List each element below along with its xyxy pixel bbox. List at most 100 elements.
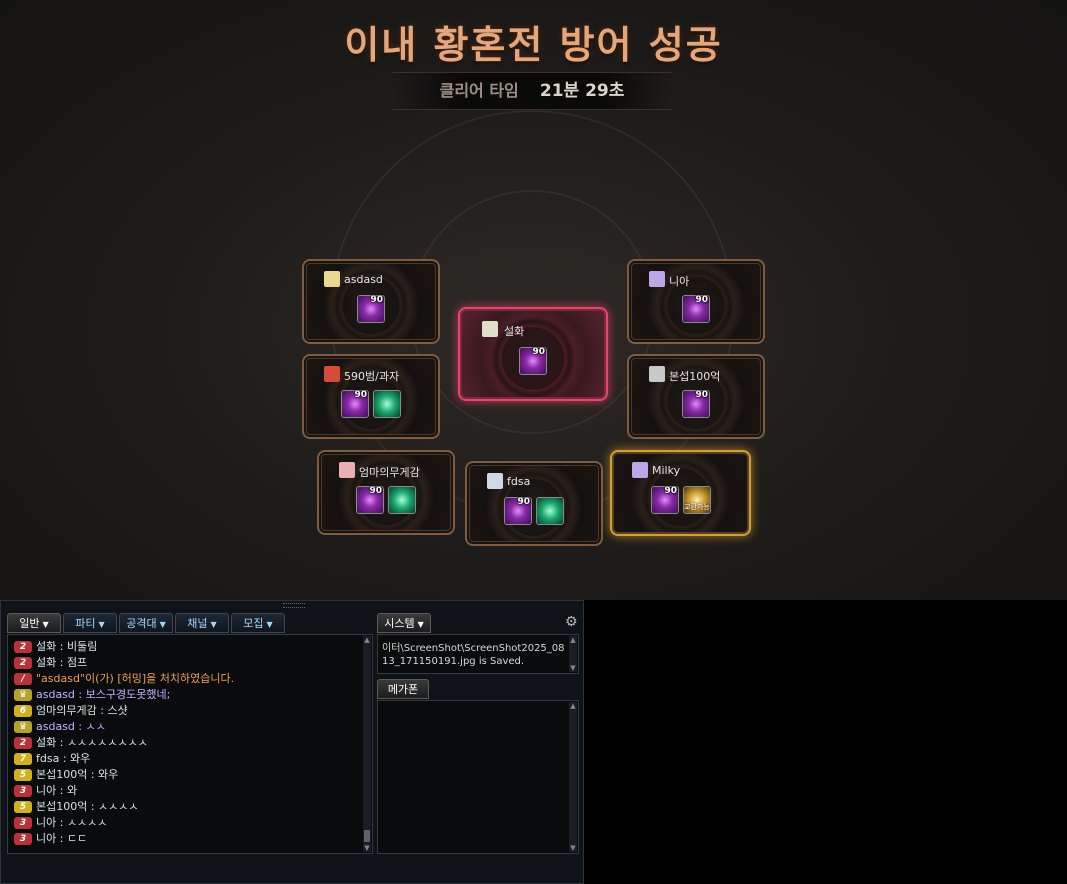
chat-scrollbar[interactable]: ▲ ▼ <box>363 636 371 852</box>
reward-item[interactable]: 90 <box>341 390 369 418</box>
assassin-class-icon <box>649 366 665 382</box>
party-member-card: 엄마의무게감 90 <box>317 450 455 535</box>
channel-badge: 5 <box>14 801 32 813</box>
channel-badge: 2 <box>14 641 32 653</box>
item-level: 90 <box>354 390 367 400</box>
leader-badge-icon <box>324 271 340 287</box>
chat-message: asdasd : 보스구경도못했네; <box>36 688 171 701</box>
scroll-up-icon[interactable]: ▲ <box>363 636 371 644</box>
priest-class-icon <box>339 462 355 478</box>
reward-item[interactable]: 90 <box>682 295 710 323</box>
chat-line: ♛ asdasd : ㅅㅅ <box>14 719 106 735</box>
reward-item[interactable]: 90 <box>356 486 384 514</box>
chat-line: 2 설화 : ㅅㅅㅅㅅㅅㅅㅅㅅ <box>14 735 148 751</box>
item-level: 90 <box>532 347 545 357</box>
tab-channel[interactable]: 채널 ▼ <box>175 613 229 633</box>
tab-general[interactable]: 일반 ▼ <box>7 613 61 633</box>
reward-item[interactable]: 90 <box>357 295 385 323</box>
channel-badge: 5 <box>14 769 32 781</box>
party-member-card: Milky 90 교환가능 <box>610 450 751 536</box>
chat-message: 본섭100억 : 와우 <box>36 768 119 781</box>
chat-message: fdsa : 와우 <box>36 752 91 765</box>
scroll-down-icon[interactable]: ▼ <box>569 844 577 852</box>
chat-log: 2 설화 : 비둘림 2 설화 : 점프 / "asdasd"이(가) [허밍]을 처치하… <box>7 634 373 854</box>
chat-line: 3 니아 : ㄷㄷ <box>14 831 87 847</box>
chat-message: 설화 : 비둘림 <box>36 640 98 653</box>
item-level: 90 <box>664 486 677 496</box>
scroll-down-icon[interactable]: ▼ <box>569 664 577 672</box>
gear-icon[interactable]: ⚙ <box>565 615 579 629</box>
reward-item[interactable] <box>536 497 564 525</box>
scroll-up-icon[interactable]: ▲ <box>569 702 577 710</box>
tab-recruit[interactable]: 모집 ▼ <box>231 613 285 633</box>
chevron-down-icon: ▼ <box>210 620 217 629</box>
scroll-thumb[interactable] <box>364 830 370 842</box>
system-scrollbar[interactable]: ▲ ▼ <box>569 636 577 672</box>
item-level: 90 <box>369 486 382 496</box>
megaphone-log: ▲ ▼ <box>377 700 579 854</box>
chat-line: 5 본섭100억 : 와우 <box>14 767 118 783</box>
party-member-card: 설화 90 <box>458 307 608 401</box>
reward-item[interactable] <box>373 390 401 418</box>
tab-system[interactable]: 시스템 ▼ <box>377 613 431 633</box>
item-level: 90 <box>517 497 530 507</box>
scroll-down-icon[interactable]: ▼ <box>363 844 371 852</box>
chat-drag-handle[interactable] <box>283 603 305 608</box>
megaphone-scrollbar[interactable]: ▲ ▼ <box>569 702 577 852</box>
chat-message: 엄마의무게감 : 스샷 <box>36 704 128 717</box>
channel-badge: 3 <box>14 785 32 797</box>
party-member-name: fdsa <box>507 475 531 488</box>
item-level: 90 <box>695 295 708 305</box>
chat-line: 5 본섭100억 : ㅅㅅㅅㅅ <box>14 799 139 815</box>
chat-message: "asdasd"이(가) [허밍]을 처치하였습니다. <box>36 672 235 685</box>
channel-badge: 3 <box>14 817 32 829</box>
channel-badge: 7 <box>14 753 32 765</box>
party-member-name: 590범/과자 <box>344 370 400 383</box>
tab-raid[interactable]: 공격대 ▼ <box>119 613 173 633</box>
party-member-name: Milky <box>652 464 681 477</box>
chat-line: 7 fdsa : 와우 <box>14 751 90 767</box>
party-member-card: asdasd 90 <box>302 259 440 344</box>
tab-megaphone[interactable]: 메가폰 <box>377 679 429 699</box>
chat-line: 3 니아 : ㅅㅅㅅㅅ <box>14 815 107 831</box>
chevron-down-icon: ▼ <box>266 620 273 629</box>
scroll-up-icon[interactable]: ▲ <box>569 636 577 644</box>
channel-badge: 3 <box>14 833 32 845</box>
system-log: 이터\ScreenShot\ScreenShot2025_08 13_17115… <box>377 634 579 674</box>
party-member-card: 본섭100억 90 <box>627 354 765 439</box>
chat-line: / "asdasd"이(가) [허밍]을 처치하였습니다. <box>14 671 234 687</box>
system-line: 13_171150191.jpg is Saved. <box>382 656 525 667</box>
chat-message: 설화 : 점프 <box>36 656 88 669</box>
tab-party[interactable]: 파티 ▼ <box>63 613 117 633</box>
party-member-name: asdasd <box>344 273 383 286</box>
item-tradeable-tag: 교환가능 <box>684 503 710 511</box>
chat-line: 2 설화 : 비둘림 <box>14 639 97 655</box>
clear-time-value: 21분 29초 <box>539 81 625 101</box>
reward-item[interactable]: 90 <box>519 347 547 375</box>
reward-item[interactable]: 90 <box>651 486 679 514</box>
archer-class-icon <box>487 473 503 489</box>
mage-class-icon <box>649 271 665 287</box>
chat-line: ♛ asdasd : 보스구경도못했네; <box>14 687 170 703</box>
chat-line: 2 설화 : 점프 <box>14 655 87 671</box>
reward-item[interactable]: 교환가능 <box>683 486 711 514</box>
channel-badge: ♛ <box>14 689 32 701</box>
reward-item[interactable]: 90 <box>504 497 532 525</box>
reward-item[interactable] <box>388 486 416 514</box>
item-level: 90 <box>695 390 708 400</box>
party-member-card: 590범/과자 90 <box>302 354 440 439</box>
chat-window: 일반 ▼ 파티 ▼ 공격대 ▼ 채널 ▼ 모집 ▼ 2 설화 : 비둘림 2 설화 : 점프 / "asda… <box>0 600 584 884</box>
result-title: 이내 황혼전 방어 성공 <box>344 23 723 67</box>
clear-time-label: 클리어 타임 <box>439 81 519 100</box>
chat-message: 니아 : ㅅㅅㅅㅅ <box>36 816 108 829</box>
scroll-class-icon <box>482 321 498 337</box>
chevron-down-icon: ▼ <box>42 620 49 629</box>
reward-item[interactable]: 90 <box>682 390 710 418</box>
chevron-down-icon: ▼ <box>98 620 105 629</box>
party-member-name: 니아 <box>669 275 690 288</box>
party-member-name: 본섭100억 <box>669 370 721 383</box>
chat-message: 니아 : ㄷㄷ <box>36 832 88 845</box>
mage-class-icon <box>632 462 648 478</box>
chevron-down-icon: ▼ <box>159 620 166 629</box>
chat-message: 본섭100억 : ㅅㅅㅅㅅ <box>36 800 139 813</box>
